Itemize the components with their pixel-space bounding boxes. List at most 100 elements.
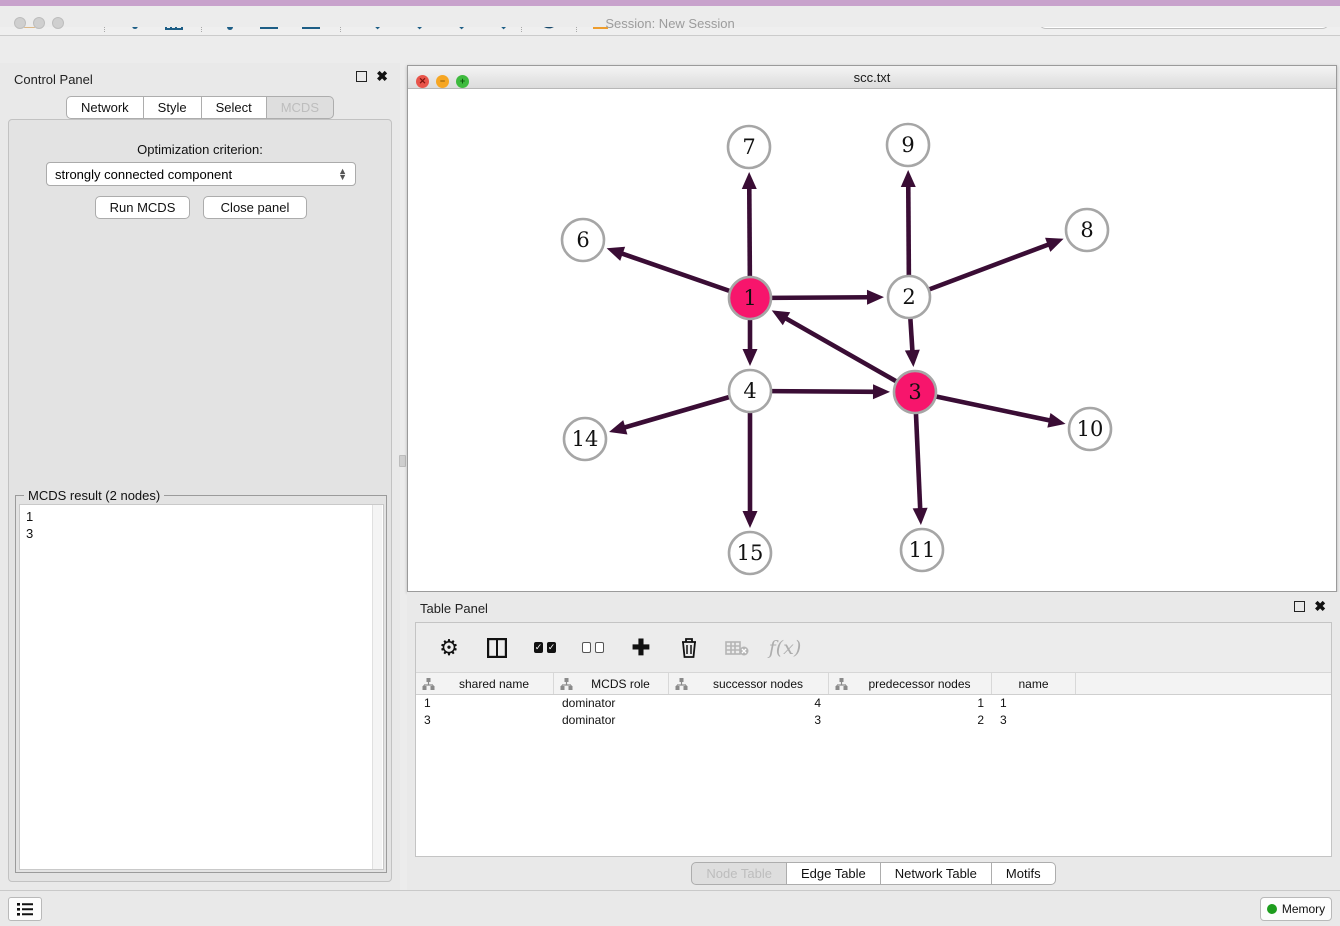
- mcds-result-title: MCDS result (2 nodes): [24, 488, 164, 503]
- edge-3-11[interactable]: [916, 413, 920, 511]
- window-title: Session: New Session: [0, 16, 1340, 31]
- split-view-icon[interactable]: [484, 635, 510, 661]
- column-header-successor-nodes[interactable]: successor nodes: [669, 673, 829, 694]
- node-label-6: 6: [576, 228, 589, 252]
- edge-2-9[interactable]: [908, 184, 909, 276]
- tab-motifs[interactable]: Motifs: [992, 862, 1056, 885]
- table-cell[interactable]: 3: [992, 712, 1076, 729]
- column-header-predecessor-nodes[interactable]: predecessor nodes: [829, 673, 992, 694]
- close-panel-button[interactable]: Close panel: [203, 196, 307, 219]
- deselect-all-icon[interactable]: [580, 635, 606, 661]
- table-cell[interactable]: dominator: [554, 695, 669, 712]
- column-label: successor nodes: [688, 677, 828, 691]
- float-panel-icon[interactable]: [356, 71, 367, 82]
- table-panel-title: Table Panel: [420, 601, 488, 616]
- select-all-icon[interactable]: ✓✓: [532, 635, 558, 661]
- edge-1-2[interactable]: [771, 297, 870, 298]
- titlebar: Session: New Session: [0, 6, 1340, 27]
- delete-column-icon[interactable]: [676, 635, 702, 661]
- node-table-container: ⚙ ✓✓ ✚ f(x) shared name MCDS role successo…: [415, 622, 1332, 857]
- table-cell[interactable]: 3: [669, 712, 829, 729]
- criterion-dropdown[interactable]: strongly connected component ▲▼: [46, 162, 356, 186]
- tab-node-table[interactable]: Node Table: [691, 862, 787, 885]
- column-type-icon: [675, 678, 688, 690]
- edge-arrowhead: [742, 172, 757, 189]
- tab-edge-table[interactable]: Edge Table: [787, 862, 881, 885]
- application-window: Session: New Session: [0, 0, 1340, 926]
- function-builder-icon-disabled: f(x): [772, 635, 798, 661]
- task-history-button[interactable]: [8, 897, 42, 921]
- table-panel: Table Panel ✖ ⚙ ✓✓ ✚ f(x): [407, 592, 1340, 890]
- column-type-icon: [422, 678, 435, 690]
- table-cell[interactable]: 2: [829, 712, 992, 729]
- node-label-2: 2: [902, 285, 915, 309]
- edge-arrowhead: [609, 420, 627, 434]
- node-label-9: 9: [901, 133, 914, 157]
- edge-1-6[interactable]: [620, 253, 730, 291]
- edge-3-1[interactable]: [784, 317, 897, 381]
- table-cell[interactable]: 1: [829, 695, 992, 712]
- edge-arrowhead: [867, 290, 884, 305]
- settings-gear-icon[interactable]: ⚙: [436, 635, 462, 661]
- run-mcds-button[interactable]: Run MCDS: [95, 196, 190, 219]
- delete-table-icon-disabled: [724, 635, 750, 661]
- tab-network-table[interactable]: Network Table: [881, 862, 992, 885]
- node-label-11: 11: [909, 538, 936, 562]
- node-label-10: 10: [1077, 417, 1104, 441]
- edge-arrowhead: [873, 384, 890, 399]
- node-label-7: 7: [742, 135, 755, 159]
- criterion-value: strongly connected component: [55, 167, 232, 182]
- column-label: name: [992, 677, 1075, 691]
- node-label-15: 15: [737, 541, 764, 565]
- tab-select[interactable]: Select: [202, 96, 267, 119]
- edge-1-7[interactable]: [749, 186, 750, 277]
- memory-button[interactable]: Memory: [1260, 897, 1332, 921]
- close-table-panel-icon[interactable]: ✖: [1314, 601, 1326, 612]
- table-row[interactable]: 1dominator411: [416, 695, 1331, 712]
- table-cell[interactable]: 1: [416, 695, 554, 712]
- edge-arrowhead: [1045, 238, 1064, 252]
- column-header-shared-name[interactable]: shared name: [416, 673, 554, 694]
- node-label-14: 14: [572, 427, 599, 451]
- table-header-row: shared name MCDS role successor nodes prede…: [416, 673, 1331, 695]
- column-type-icon: [835, 678, 848, 690]
- float-table-panel-icon[interactable]: [1294, 601, 1305, 612]
- status-bar: Memory: [0, 890, 1340, 926]
- table-cell[interactable]: 3: [416, 712, 554, 729]
- close-panel-icon[interactable]: ✖: [376, 71, 388, 82]
- table-panel-tabs: Node TableEdge TableNetwork TableMotifs: [407, 862, 1340, 885]
- edge-arrowhead: [905, 350, 920, 367]
- tab-mcds[interactable]: MCDS: [267, 96, 334, 119]
- network-window-titlebar[interactable]: ✕−+ scc.txt: [408, 66, 1336, 89]
- edge-arrowhead: [901, 170, 916, 187]
- edge-2-8[interactable]: [929, 244, 1051, 290]
- mcds-result-group: MCDS result (2 nodes) 1 3: [15, 495, 387, 873]
- column-label: MCDS role: [573, 677, 668, 691]
- edge-4-3[interactable]: [771, 391, 876, 392]
- edge-arrowhead: [743, 349, 758, 366]
- table-cell[interactable]: 1: [992, 695, 1076, 712]
- table-cell[interactable]: dominator: [554, 712, 669, 729]
- node-label-3: 3: [908, 380, 921, 404]
- edge-4-14[interactable]: [622, 397, 729, 428]
- column-header-MCDS-role[interactable]: MCDS role: [554, 673, 669, 694]
- tab-network[interactable]: Network: [66, 96, 144, 119]
- add-column-icon[interactable]: ✚: [628, 635, 654, 661]
- column-label: shared name: [435, 677, 553, 691]
- network-graph[interactable]: 1234678910111415: [408, 89, 1336, 591]
- column-label: predecessor nodes: [848, 677, 991, 691]
- column-header-name[interactable]: name: [992, 673, 1076, 694]
- table-row[interactable]: 3dominator323: [416, 712, 1331, 729]
- control-panel-title: Control Panel: [14, 72, 93, 87]
- vertical-splitter-handle[interactable]: [399, 455, 406, 467]
- mcds-panel: Optimization criterion: strongly connect…: [8, 119, 392, 882]
- dropdown-stepper-icon: ▲▼: [338, 168, 347, 180]
- edge-2-3[interactable]: [910, 318, 912, 353]
- result-scrollbar[interactable]: [372, 505, 382, 869]
- edge-3-10[interactable]: [936, 396, 1052, 421]
- table-cell[interactable]: 4: [669, 695, 829, 712]
- edge-arrowhead: [1047, 413, 1065, 428]
- tab-style[interactable]: Style: [144, 96, 202, 119]
- mcds-result-textarea[interactable]: 1 3: [19, 504, 384, 870]
- control-panel-tabs: NetworkStyleSelectMCDS: [0, 96, 400, 119]
